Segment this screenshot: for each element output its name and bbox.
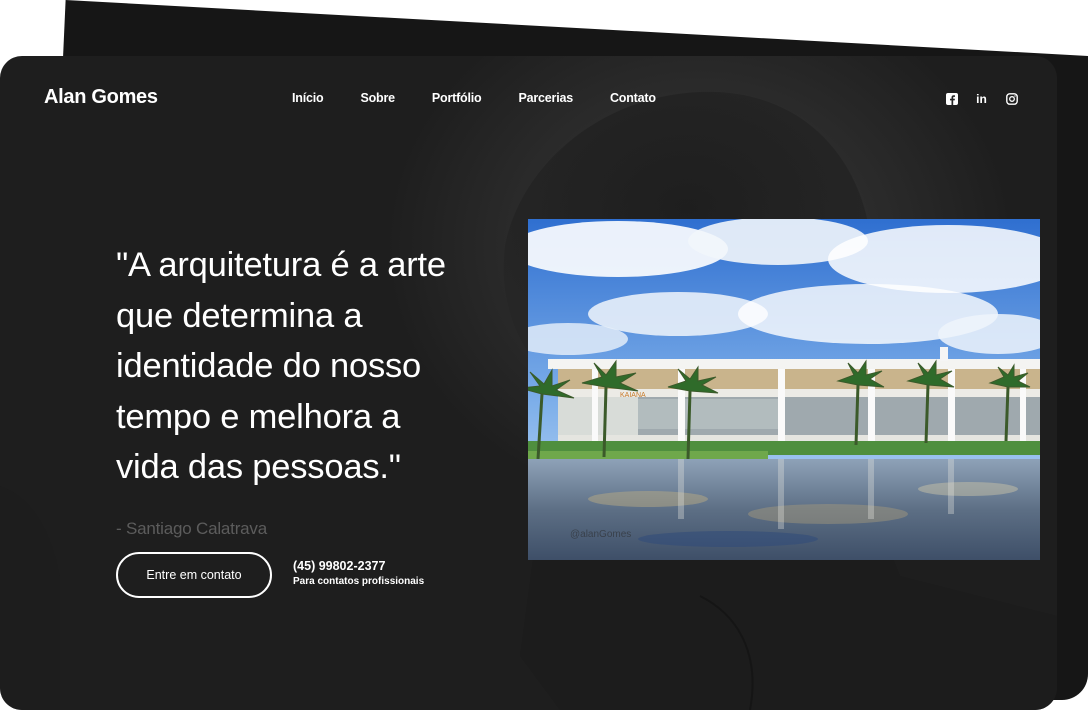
- page-stage: Alan Gomes Início Sobre Portfólio Parcer…: [0, 0, 1089, 710]
- building-sign: KAIANA: [620, 392, 646, 399]
- hero-card: Alan Gomes Início Sobre Portfólio Parcer…: [0, 56, 1057, 710]
- contact-button[interactable]: Entre em contato: [116, 552, 272, 598]
- quote-line: vida das pessoas.": [116, 448, 401, 486]
- quote-line: "A arquitetura é a arte: [116, 246, 446, 284]
- nav-link-sobre[interactable]: Sobre: [360, 91, 395, 105]
- nav-link-portfolio[interactable]: Portfólio: [432, 91, 482, 105]
- photo-watermark: @alanGomes: [570, 529, 632, 540]
- nav-link-contato[interactable]: Contato: [610, 91, 656, 105]
- brand-logo[interactable]: Alan Gomes: [44, 86, 158, 109]
- linkedin-icon[interactable]: in: [975, 92, 988, 106]
- quote-line: tempo e melhora a: [116, 397, 401, 436]
- architecture-photo: KAIANA @alanGomes: [528, 219, 1040, 560]
- nav-link-parcerias[interactable]: Parcerias: [518, 91, 573, 105]
- phone-note: Para contatos profissionais: [293, 576, 425, 587]
- quote-line: identidade do nosso: [116, 347, 422, 385]
- main-menu: Início Sobre Portfólio Parcerias Contato: [292, 91, 656, 105]
- social-links: in: [945, 92, 1018, 106]
- phone-number[interactable]: (45) 99802-2377: [293, 559, 385, 573]
- top-nav: Alan Gomes Início Sobre Portfólio Parcer…: [0, 56, 1057, 146]
- nav-link-inicio[interactable]: Início: [292, 91, 324, 105]
- quote-line: que determina a: [116, 296, 363, 335]
- hero-quote: "A arquitetura é a arte que determina a …: [116, 240, 516, 493]
- facebook-icon[interactable]: [945, 92, 958, 105]
- quote-author: - Santiago Calatrava: [116, 519, 267, 538]
- instagram-icon[interactable]: [1005, 92, 1018, 105]
